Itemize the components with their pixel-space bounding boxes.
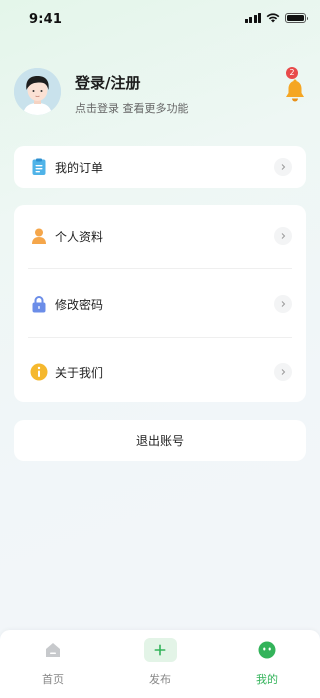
profile-header[interactable]: 登录/注册 点击登录 查看更多功能 <box>14 68 306 116</box>
orders-label: 我的订单 <box>55 161 104 175</box>
clipboard-icon <box>32 158 46 175</box>
lock-icon <box>32 296 46 313</box>
bell-icon[interactable] <box>282 78 308 104</box>
home-icon <box>36 638 70 662</box>
login-register-title[interactable]: 登录/注册 <box>75 72 140 93</box>
status-bar: 9:41 <box>0 0 320 40</box>
divider <box>28 268 292 269</box>
logout-label: 退出账号 <box>135 434 184 448</box>
avatar[interactable] <box>14 68 61 115</box>
menu-item-about[interactable]: 关于我们 <box>14 352 306 392</box>
notification-badge: 2 <box>286 67 298 79</box>
menu-item-profile[interactable]: 个人资料 <box>14 216 306 256</box>
menu-item-orders[interactable]: 我的订单 <box>14 147 306 187</box>
wifi-icon <box>266 13 280 23</box>
settings-card: 个人资料 修改密码 关于我们 <box>14 205 306 402</box>
divider <box>28 337 292 338</box>
tab-mine[interactable]: 我的 <box>237 638 297 690</box>
chevron-right-icon <box>274 158 292 176</box>
logout-button[interactable]: 退出账号 <box>14 420 306 461</box>
login-hint: 点击登录 查看更多功能 <box>75 102 189 115</box>
tab-label: 我的 <box>256 673 278 686</box>
status-time: 9:41 <box>29 12 63 27</box>
menu-item-change-password[interactable]: 修改密码 <box>14 284 306 324</box>
chevron-right-icon <box>274 363 292 381</box>
tab-publish[interactable]: 发布 <box>130 638 190 690</box>
menu-item-label: 关于我们 <box>55 366 104 380</box>
avatar-face-icon <box>14 68 61 115</box>
orders-card[interactable]: 我的订单 <box>14 146 306 188</box>
status-icons <box>244 13 308 23</box>
battery-icon <box>285 13 308 23</box>
smiley-icon <box>250 638 284 662</box>
cellular-signal-icon <box>244 13 261 23</box>
menu-item-label: 修改密码 <box>55 298 104 312</box>
tab-home[interactable]: 首页 <box>23 638 83 690</box>
plus-icon <box>143 638 177 662</box>
menu-item-label: 个人资料 <box>55 230 104 244</box>
tab-label: 首页 <box>42 673 64 686</box>
person-icon <box>32 228 46 244</box>
chevron-right-icon <box>274 227 292 245</box>
tab-label: 发布 <box>149 673 171 686</box>
info-icon <box>30 363 48 381</box>
chevron-right-icon <box>274 295 292 313</box>
tab-bar: 首页 发布 我的 <box>0 630 320 698</box>
